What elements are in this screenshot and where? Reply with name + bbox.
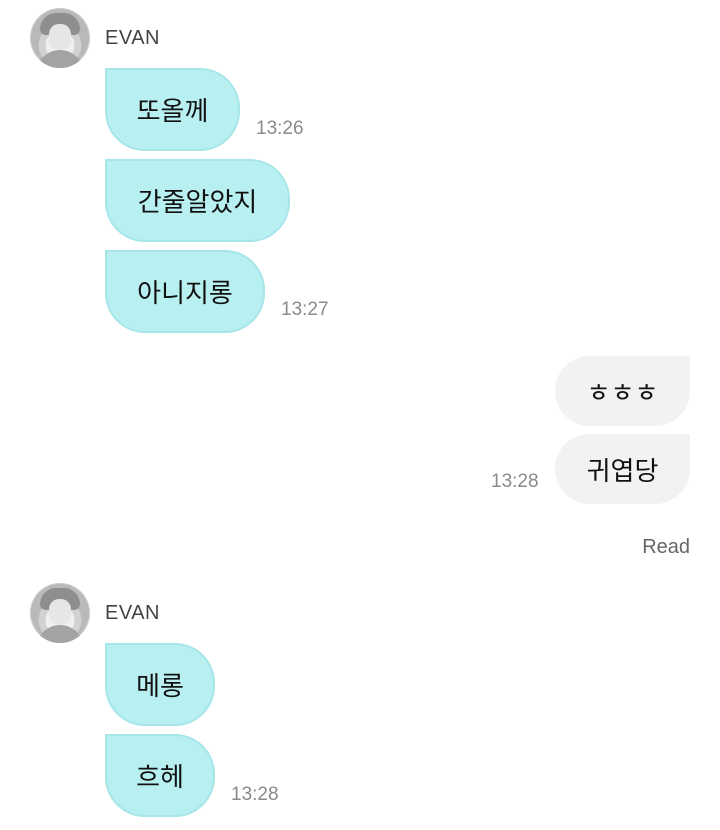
message-timestamp: 13:28: [231, 784, 279, 805]
message-bubble-incoming[interactable]: 아니지롱: [105, 250, 265, 333]
avatar-face: [49, 599, 71, 625]
message-timestamp: 13:27: [281, 299, 329, 320]
message-bubble-outgoing[interactable]: 귀엽당: [555, 434, 690, 504]
sender-name: EVAN: [105, 27, 160, 49]
sender-name: EVAN: [105, 602, 160, 624]
avatar-face: [49, 24, 71, 50]
message-bubble-incoming[interactable]: 메롱: [105, 643, 215, 726]
read-receipt: Read: [642, 536, 690, 558]
avatar-evan[interactable]: [30, 8, 90, 68]
message-bubble-incoming[interactable]: 또올께: [105, 68, 240, 151]
message-timestamp: 13:26: [256, 118, 304, 139]
message-bubble-outgoing[interactable]: ㅎㅎㅎ: [555, 356, 690, 426]
message-timestamp: 13:28: [491, 471, 539, 492]
message-bubble-incoming[interactable]: 흐헤: [105, 734, 215, 817]
avatar-shoulders: [36, 50, 84, 68]
message-bubble-incoming[interactable]: 간줄알았지: [105, 159, 290, 242]
avatar-evan[interactable]: [30, 583, 90, 643]
avatar-shoulders: [36, 625, 84, 643]
